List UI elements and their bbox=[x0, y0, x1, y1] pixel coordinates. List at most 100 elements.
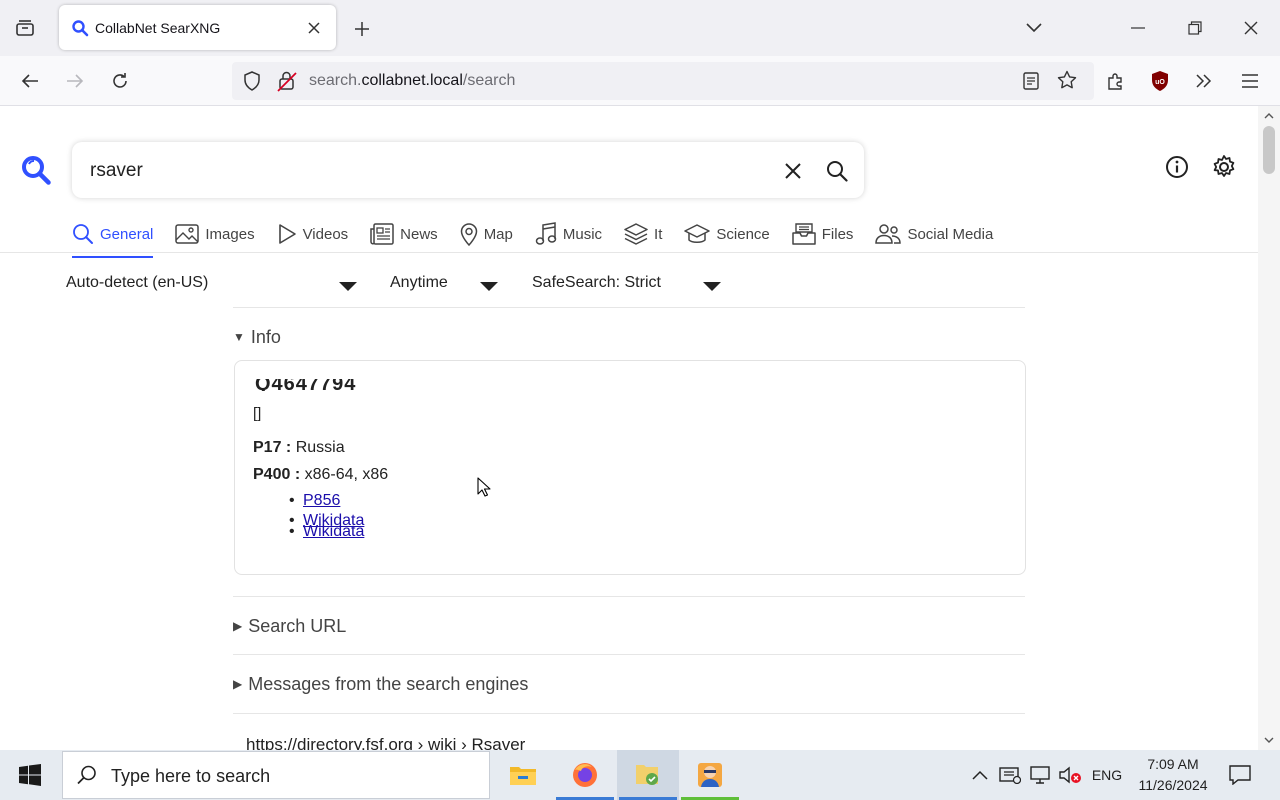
tab-images[interactable]: Images bbox=[175, 216, 255, 252]
page-scrollbar[interactable] bbox=[1258, 106, 1280, 750]
safesearch-select[interactable]: SafeSearch: Strict bbox=[532, 274, 661, 292]
list-all-tabs-icon[interactable] bbox=[1017, 12, 1051, 44]
address-bar[interactable]: search.collabnet.local/search bbox=[232, 62, 1094, 100]
new-tab-icon[interactable] bbox=[348, 15, 376, 43]
time-range-select[interactable]: Anytime bbox=[390, 274, 448, 292]
tab-music-label: Music bbox=[562, 225, 603, 243]
active-tab[interactable]: CollabNet SearXNG bbox=[59, 5, 336, 50]
reader-view-icon[interactable] bbox=[1023, 72, 1039, 90]
layers-icon bbox=[624, 223, 648, 245]
engine-messages-label: Messages from the search engines bbox=[248, 674, 529, 694]
file-tray-icon bbox=[792, 223, 816, 245]
search-icon bbox=[77, 765, 96, 785]
tab-social-media-label: Social Media bbox=[907, 225, 994, 243]
info-circle-icon[interactable] bbox=[1162, 152, 1192, 182]
tab-music[interactable]: Music bbox=[535, 216, 602, 252]
tab-news-label: News bbox=[400, 225, 438, 243]
navigation-toolbar: search.collabnet.local/search uO bbox=[0, 56, 1280, 106]
clock-time: 7:09 AM bbox=[1147, 756, 1199, 772]
minimize-icon[interactable] bbox=[1121, 12, 1155, 44]
firefox-icon[interactable] bbox=[554, 750, 616, 800]
forward-arrow-icon[interactable] bbox=[59, 66, 91, 96]
engine-messages-summary-toggle[interactable]: ▶ Messages from the search engines bbox=[233, 674, 528, 695]
more-tools-chevron-icon[interactable] bbox=[1188, 66, 1220, 96]
search-url-summary-toggle[interactable]: ▶ Search URL bbox=[233, 616, 346, 637]
tab-general[interactable]: General bbox=[72, 216, 154, 258]
language-select[interactable]: Auto-detect (en-US) bbox=[66, 274, 208, 292]
tab-files[interactable]: Files bbox=[792, 216, 854, 252]
tab-news[interactable]: News bbox=[370, 216, 438, 252]
scrollbar-thumb[interactable] bbox=[1263, 126, 1275, 174]
tab-files-label: Files bbox=[821, 225, 854, 243]
agent-app-icon[interactable] bbox=[679, 750, 741, 800]
infobox-title: Q4647794 bbox=[255, 379, 357, 391]
shield-icon[interactable] bbox=[243, 71, 261, 91]
bookmark-star-icon[interactable] bbox=[1057, 70, 1077, 90]
attribute-value: Russia bbox=[295, 439, 345, 456]
tab-images-label: Images bbox=[205, 225, 255, 243]
display-monitor-icon[interactable] bbox=[1029, 764, 1053, 786]
tab-videos-label: Videos bbox=[302, 225, 349, 243]
tab-title: CollabNet SearXNG bbox=[95, 19, 221, 36]
infobox-links: P856 Wikidata Wikidata bbox=[289, 491, 364, 540]
clear-search-icon[interactable] bbox=[778, 156, 808, 186]
searxng-favicon-icon bbox=[72, 19, 89, 36]
system-clock[interactable]: 7:09 AM 11/26/2024 bbox=[1128, 754, 1218, 796]
info-summary-toggle[interactable]: ▼ Info bbox=[233, 327, 281, 348]
infobox-link-wikidata[interactable]: Wikidata bbox=[289, 524, 364, 540]
safesearch-dropdown-caret-icon[interactable] bbox=[703, 282, 721, 291]
tab-bar: CollabNet SearXNG bbox=[0, 0, 1280, 56]
time-range-dropdown-caret-icon[interactable] bbox=[480, 282, 498, 291]
search-submit-icon[interactable] bbox=[822, 156, 852, 186]
graduation-cap-icon bbox=[684, 224, 711, 243]
close-window-icon[interactable] bbox=[1234, 12, 1268, 44]
extensions-puzzle-icon[interactable] bbox=[1100, 66, 1132, 96]
divider bbox=[233, 654, 1025, 655]
windows-start-icon[interactable] bbox=[0, 750, 60, 800]
infobox-attribute-row: P400 : x86-64, x86 bbox=[253, 466, 388, 484]
info-summary-label: Info bbox=[250, 327, 281, 347]
scroll-down-arrow-icon[interactable] bbox=[1264, 736, 1274, 744]
input-language-indicator[interactable]: ENG bbox=[1090, 764, 1124, 786]
mouse-cursor-icon bbox=[477, 477, 491, 497]
search-input[interactable]: rsaver bbox=[90, 160, 143, 182]
page-content: rsaver General Images Videos News Map Mu… bbox=[0, 106, 1258, 750]
tab-it[interactable]: It bbox=[624, 216, 662, 252]
collapsed-triangle-icon: ▶ bbox=[233, 677, 243, 691]
tab-it-label: It bbox=[654, 225, 663, 243]
play-icon bbox=[278, 224, 296, 244]
divider bbox=[233, 713, 1025, 714]
search-url-label: Search URL bbox=[248, 616, 347, 636]
url-subdomain: search. bbox=[309, 72, 362, 89]
result-url-breadcrumb[interactable]: https://directory.fsf.org › wiki › Rsave… bbox=[246, 735, 525, 750]
url-text[interactable]: search.collabnet.local/search bbox=[309, 72, 515, 90]
tab-science[interactable]: Science bbox=[684, 216, 770, 252]
tab-list-icon[interactable] bbox=[10, 14, 40, 42]
volume-muted-icon[interactable] bbox=[1058, 764, 1084, 786]
insecure-lock-icon[interactable] bbox=[277, 70, 297, 92]
network-adapter-icon[interactable] bbox=[998, 764, 1022, 786]
searxng-logo-icon[interactable] bbox=[20, 154, 52, 191]
file-manager-app-icon[interactable] bbox=[617, 750, 679, 800]
category-tabs: General Images Videos News Map Music It bbox=[72, 216, 1015, 258]
reload-icon[interactable] bbox=[104, 66, 136, 96]
ublock-origin-icon[interactable]: uO bbox=[1144, 66, 1176, 96]
notifications-icon[interactable] bbox=[1226, 764, 1254, 786]
scroll-up-arrow-icon[interactable] bbox=[1264, 112, 1274, 120]
tab-videos[interactable]: Videos bbox=[277, 216, 349, 252]
language-dropdown-caret-icon[interactable] bbox=[339, 282, 357, 291]
tab-map[interactable]: Map bbox=[460, 216, 513, 252]
restore-icon[interactable] bbox=[1178, 12, 1212, 44]
infobox-link-p856[interactable]: P856 bbox=[289, 491, 364, 511]
show-hidden-icons-chevron-icon[interactable] bbox=[970, 764, 990, 786]
close-tab-icon[interactable] bbox=[302, 16, 326, 40]
attribute-key: P17 : bbox=[253, 439, 292, 456]
search-icon bbox=[73, 224, 93, 244]
back-arrow-icon[interactable] bbox=[14, 66, 46, 96]
file-explorer-icon[interactable] bbox=[492, 750, 554, 800]
hamburger-menu-icon[interactable] bbox=[1234, 66, 1266, 96]
expanded-triangle-icon: ▼ bbox=[233, 330, 245, 344]
tab-social-media[interactable]: Social Media bbox=[875, 216, 993, 252]
settings-gear-icon[interactable] bbox=[1209, 152, 1239, 182]
taskbar-search-box[interactable]: Type here to search bbox=[62, 751, 490, 799]
